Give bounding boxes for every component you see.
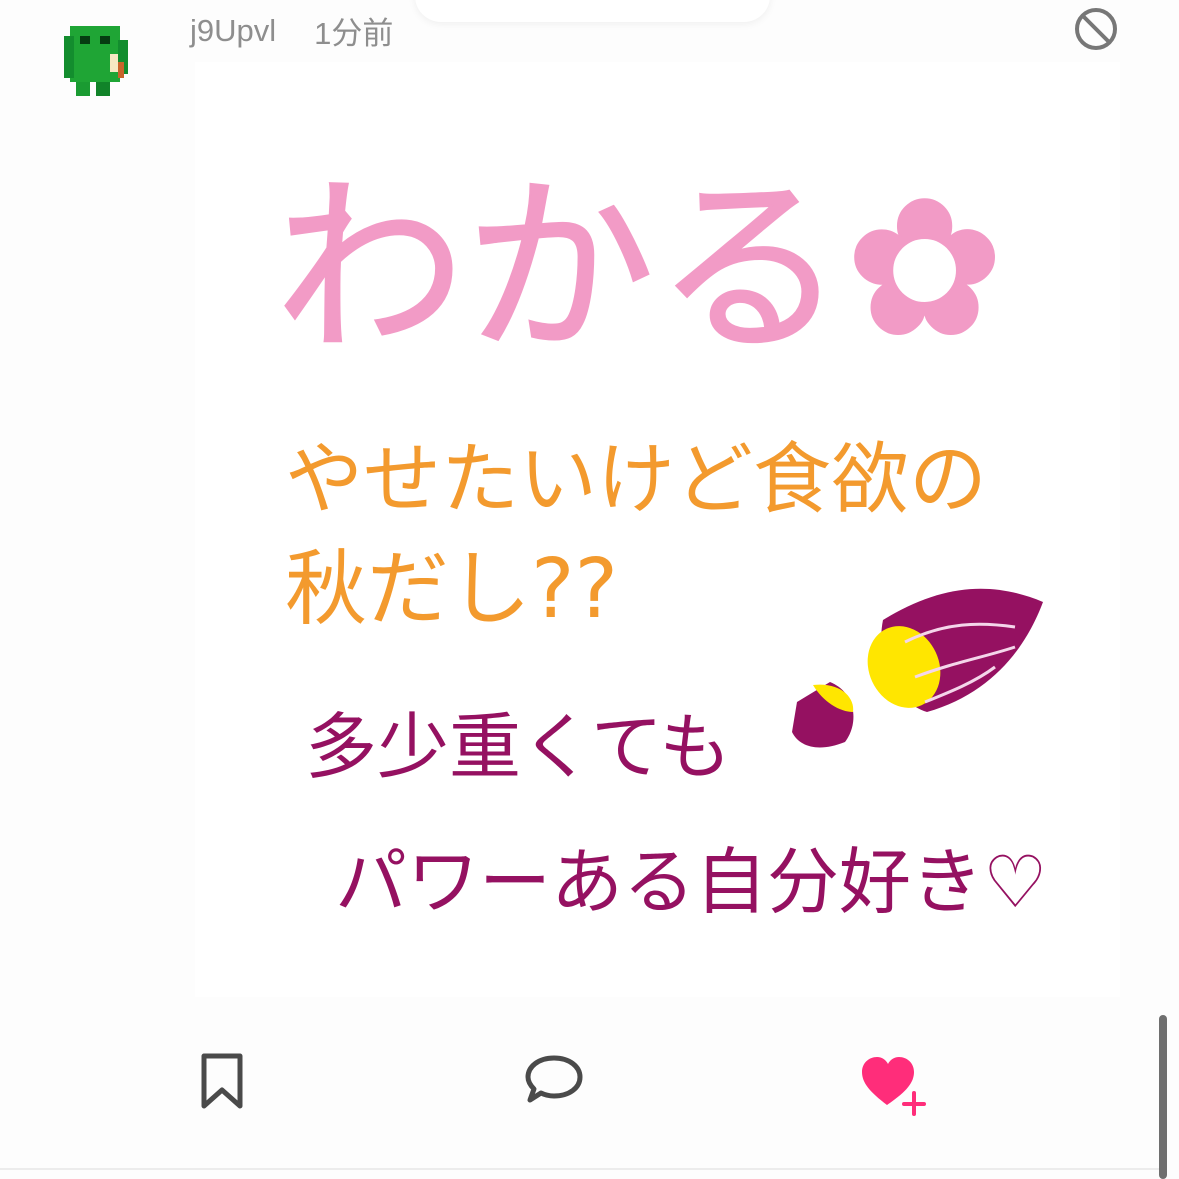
block-icon[interactable] bbox=[1072, 5, 1120, 53]
drawing-line1: わかる✿ bbox=[275, 158, 1004, 379]
user-avatar[interactable] bbox=[62, 22, 134, 102]
author-name[interactable]: j9Upvl bbox=[190, 13, 276, 49]
like-button[interactable] bbox=[858, 1052, 930, 1122]
drawing-line3: 秋だし?? bbox=[285, 542, 618, 637]
post-time: 1分前 bbox=[314, 16, 394, 51]
green-block-character-icon bbox=[64, 26, 128, 96]
top-floating-pill bbox=[415, 0, 770, 22]
comment-icon bbox=[525, 1055, 583, 1103]
drawing-line4: 多少重くても bbox=[305, 705, 731, 789]
bookmark-button[interactable] bbox=[198, 1052, 246, 1116]
heart-plus-icon bbox=[862, 1057, 926, 1116]
prohibited-icon bbox=[1075, 8, 1117, 50]
vertical-scrollbar[interactable] bbox=[1159, 1015, 1167, 1179]
bookmark-icon bbox=[201, 1053, 243, 1109]
drawing-line2: やせたいけど食欲の bbox=[285, 435, 987, 525]
bottom-divider bbox=[0, 1168, 1160, 1170]
drawing-canvas: わかる✿ やせたいけど食欲の 秋だし?? 多少重くても パワーある自分好き♡ bbox=[274, 157, 1048, 924]
handwritten-drawing: わかる✿ やせたいけど食欲の 秋だし?? 多少重くても パワーある自分好き♡ bbox=[195, 62, 1120, 997]
sweet-potato-drawing bbox=[792, 588, 1043, 748]
comment-button[interactable] bbox=[524, 1052, 584, 1108]
post-meta: j9Upvl 1分前 bbox=[190, 8, 393, 53]
drawing-line5: パワーある自分好き♡ bbox=[335, 840, 1048, 924]
post-view: j9Upvl 1分前 わかる✿ やせたいけど食欲の 秋だし?? 多少重くても パ… bbox=[0, 0, 1179, 1179]
post-actions bbox=[0, 1040, 1160, 1140]
